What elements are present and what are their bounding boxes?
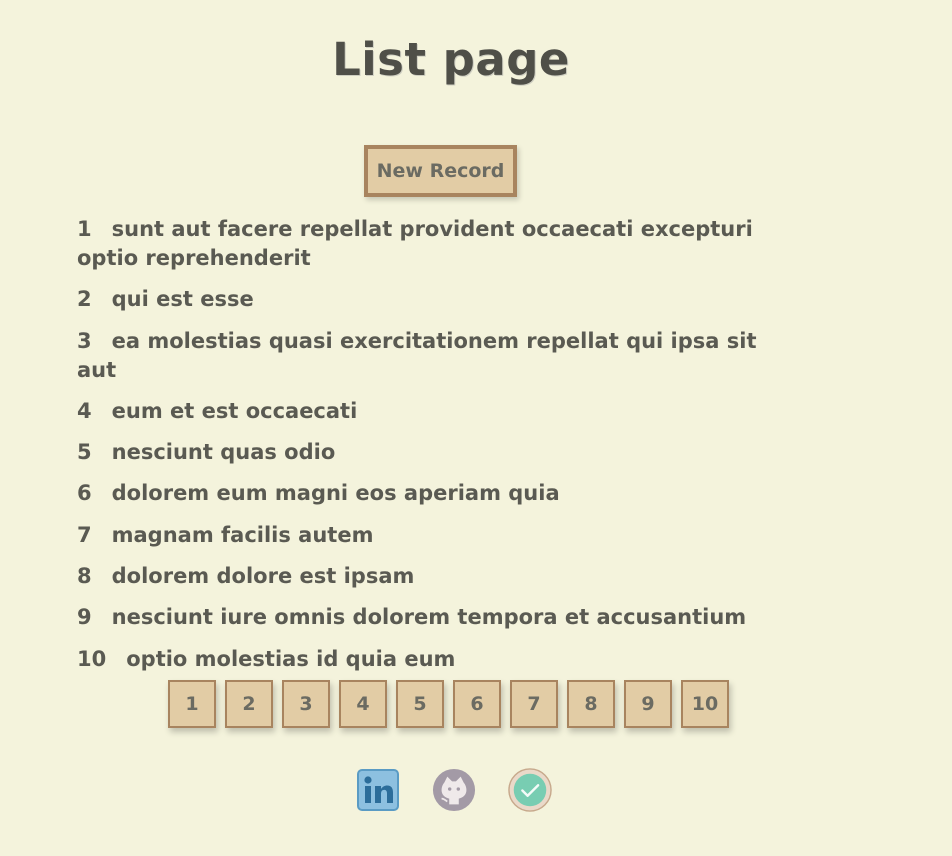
page-button-7[interactable]: 7: [510, 680, 558, 728]
list-item[interactable]: 7 magnam facilis autem: [77, 521, 797, 550]
github-icon[interactable]: [432, 768, 476, 812]
record-title: dolorem eum magni eos aperiam quia: [111, 481, 560, 506]
record-title: dolorem dolore est ipsam: [111, 564, 415, 589]
page-button-3[interactable]: 3: [282, 680, 330, 728]
page-button-6[interactable]: 6: [453, 680, 501, 728]
record-id: 1: [77, 217, 92, 241]
list-item[interactable]: 3 ea molestias quasi exercitationem repel…: [77, 327, 797, 385]
checkmark-badge-graphic: [508, 768, 552, 812]
list-item[interactable]: 8 dolorem dolore est ipsam: [77, 562, 797, 591]
record-id: 6: [77, 481, 92, 506]
list-item[interactable]: 6 dolorem eum magni eos aperiam quia: [77, 479, 797, 508]
record-id: 4: [77, 398, 92, 423]
page-button-1[interactable]: 1: [168, 680, 216, 728]
pagination: 1 2 3 4 5 6 7 8 9 10: [168, 680, 729, 728]
record-title: ea molestias quasi exercitationem repell…: [77, 328, 757, 382]
record-id: 10: [77, 646, 107, 671]
list-item[interactable]: 1 sunt aut facere repellat provident occa…: [77, 215, 797, 273]
list-item[interactable]: 9 nesciunt iure omnis dolorem tempora et …: [77, 603, 797, 632]
record-title: nesciunt quas odio: [111, 440, 336, 465]
record-id: 2: [77, 287, 92, 312]
list-item[interactable]: 4 eum et est occaecati: [77, 397, 797, 426]
record-title: magnam facilis autem: [111, 522, 374, 547]
record-title: eum et est occaecati: [111, 398, 358, 423]
record-id: 8: [77, 564, 92, 589]
page-button-2[interactable]: 2: [225, 680, 273, 728]
record-title: qui est esse: [111, 287, 254, 312]
social-links: [356, 768, 552, 812]
page-button-8[interactable]: 8: [567, 680, 615, 728]
record-title: optio molestias id quia eum: [126, 646, 456, 671]
linkedin-icon[interactable]: [356, 768, 400, 812]
new-record-button[interactable]: New Record: [364, 145, 517, 197]
list-item[interactable]: 2 qui est esse: [77, 285, 797, 314]
page-button-5[interactable]: 5: [396, 680, 444, 728]
record-id: 7: [77, 522, 92, 547]
list-item[interactable]: 5 nesciunt quas odio: [77, 438, 797, 467]
record-id: 3: [77, 328, 92, 353]
linkedin-icon-graphic: [357, 769, 399, 811]
list-item[interactable]: 10 optio molestias id quia eum: [77, 645, 797, 674]
checkmark-badge-icon[interactable]: [508, 768, 552, 812]
page-button-9[interactable]: 9: [624, 680, 672, 728]
record-id: 5: [77, 440, 92, 465]
github-icon-graphic: [432, 768, 476, 812]
record-title: nesciunt iure omnis dolorem tempora et a…: [111, 605, 747, 630]
record-list: 1 sunt aut facere repellat provident occa…: [77, 215, 797, 686]
record-title: sunt aut facere repellat provident occae…: [77, 217, 753, 270]
record-id: 9: [77, 605, 92, 630]
page-button-10[interactable]: 10: [681, 680, 729, 728]
page-title: List page: [332, 33, 570, 86]
page-button-4[interactable]: 4: [339, 680, 387, 728]
